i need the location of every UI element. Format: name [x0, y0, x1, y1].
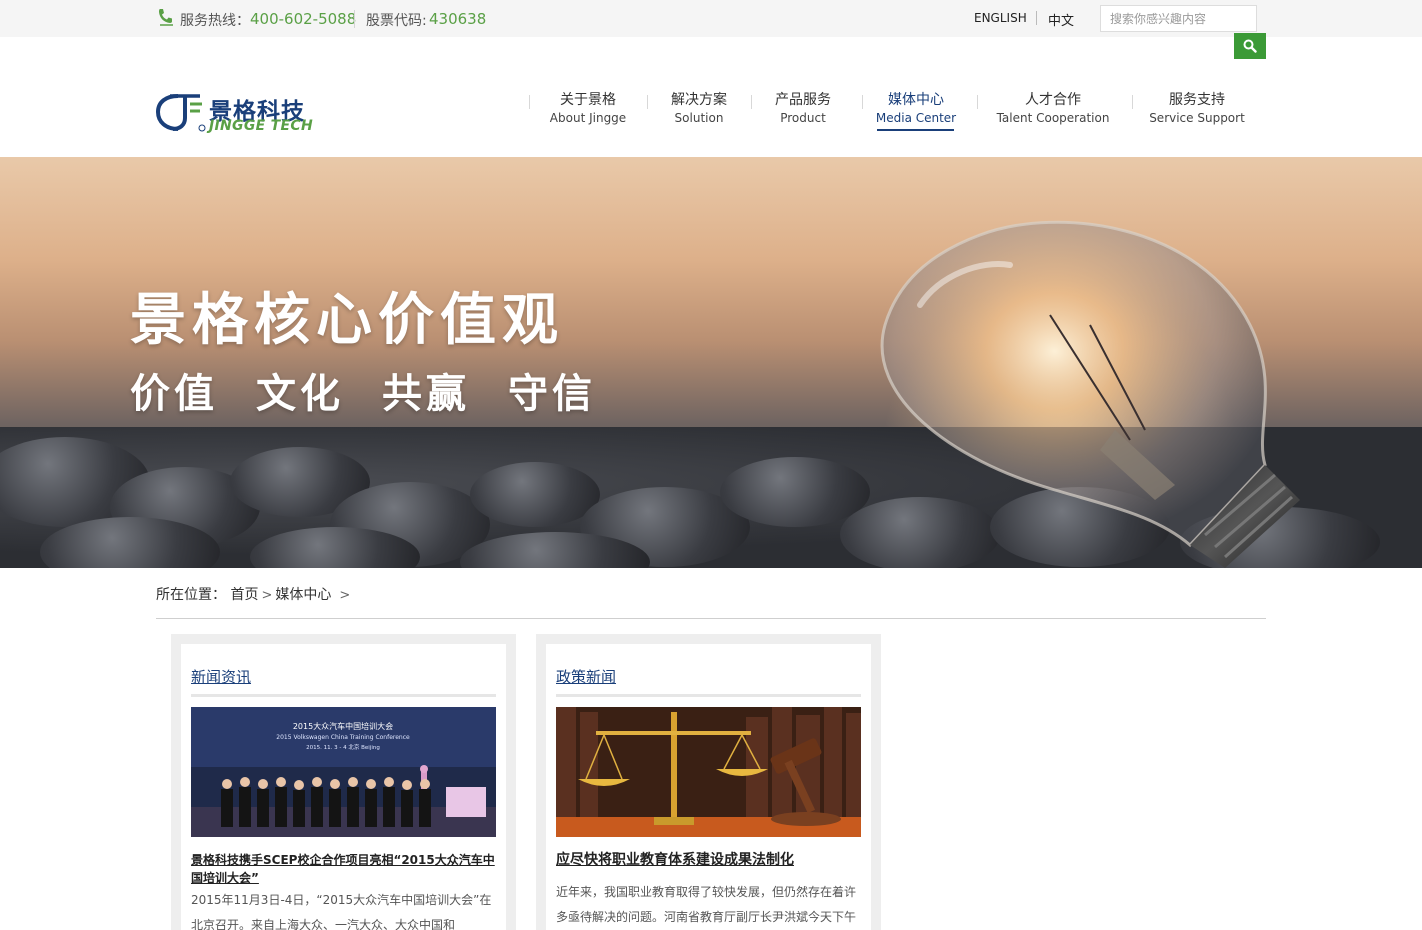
nav-item-solution[interactable]: 解决方案 Solution — [663, 91, 735, 127]
nav-item-label-en: Solution — [674, 111, 724, 125]
top-bar: 服务热线： 400-602-5088 股票代码: 430638 ENGLISH … — [0, 0, 1422, 37]
policy-card-headline[interactable]: 应尽快将职业教育体系建设成果法制化 — [556, 851, 861, 869]
hotline-label: 服务热线： — [180, 13, 250, 29]
nav-item-label-cn: 解决方案 — [671, 92, 727, 108]
news-card-excerpt: 2015年11月3日-4日，“2015大众汽车中国培训大会”在北京召开。来自上海… — [191, 893, 492, 930]
banner-value: 守信 — [508, 371, 596, 417]
banner-value: 共赢 — [382, 371, 470, 417]
nav-item-product[interactable]: 产品服务 Product — [767, 91, 839, 127]
news-card-headline[interactable]: 景格科技携手SCEP校企合作项目亮相“2015大众汽车中国培训大会” — [191, 851, 496, 887]
breadcrumb-arrow-icon: > — [339, 588, 351, 603]
banner-value: 价值 — [130, 371, 218, 417]
nav-separator — [977, 95, 978, 109]
stone-shape — [720, 457, 870, 527]
policy-card-excerpt: 近年来，我国职业教育取得了较快发展，但仍然存在着许多亟待解决的问题。河南省教育厅… — [556, 885, 857, 924]
language-english-link[interactable]: ENGLISH — [974, 11, 1027, 25]
policy-card: 政策新闻 应尽快将职业教育体系建设成果法制化 近年来，我国职业教育取得了较快发展… — [536, 634, 881, 930]
nav-separator — [647, 95, 648, 109]
photo-banner-text-line2: 2015 Volkswagen China Training Conferenc… — [276, 734, 410, 741]
nav-item-label-cn: 人才合作 — [1025, 92, 1081, 108]
main-nav: 关于景格 About Jingge 解决方案 Solution 产品服务 Pro… — [0, 91, 1422, 131]
news-card-image[interactable]: 2015大众汽车中国培训大会 2015 Volkswagen China Tra… — [191, 707, 496, 837]
banner-values: 价值 文化 共赢 守信 — [130, 361, 634, 419]
nav-item-service-support[interactable]: 服务支持 Service Support — [1148, 91, 1246, 127]
nav-item-label-en: Service Support — [1149, 111, 1245, 125]
language-separator — [1036, 11, 1037, 25]
topbar-divider — [354, 10, 355, 28]
hotline-number: 400-602-5088 — [250, 10, 357, 28]
search-button[interactable] — [1234, 33, 1266, 59]
stone-shape — [470, 462, 600, 527]
nav-item-label-en: About Jingge — [549, 111, 627, 125]
scales-of-justice-photo — [556, 707, 861, 837]
news-card: 新闻资讯 2015大众汽车中国培训大会 2015 Volkswagen Chin… — [171, 634, 516, 930]
breadcrumb-divider — [156, 618, 1266, 619]
policy-card-title[interactable]: 政策新闻 — [556, 666, 616, 687]
nav-item-label-en: Product — [780, 111, 826, 125]
policy-card-inner: 政策新闻 应尽快将职业教育体系建设成果法制化 近年来，我国职业教育取得了较快发展… — [546, 644, 871, 930]
stock-code-label: 股票代码: — [366, 13, 427, 29]
breadcrumb-home-link[interactable]: 首页 — [230, 587, 258, 603]
nav-item-about[interactable]: 关于景格 About Jingge — [549, 91, 627, 127]
nav-item-label-en: Talent Cooperation — [996, 111, 1110, 125]
news-card-title[interactable]: 新闻资讯 — [191, 666, 251, 687]
photo-banner-text-line1: 2015大众汽车中国培训大会 — [293, 721, 393, 731]
banner-value: 文化 — [256, 371, 344, 417]
nav-item-label-cn: 关于景格 — [560, 92, 616, 108]
lightbulb-illustration — [880, 220, 1300, 568]
nav-separator — [862, 95, 863, 109]
conference-photo: 2015大众汽车中国培训大会 2015 Volkswagen China Tra… — [191, 707, 496, 837]
phone-icon — [159, 9, 173, 26]
nav-item-label-cn: 产品服务 — [775, 92, 831, 108]
breadcrumb-label: 所在位置： — [156, 587, 226, 603]
language-chinese-link[interactable]: 中文 — [1048, 10, 1074, 29]
nav-separator — [529, 95, 530, 109]
nav-item-talent[interactable]: 人才合作 Talent Cooperation — [993, 91, 1113, 127]
breadcrumb-media-center-link[interactable]: 媒体中心 — [275, 587, 331, 603]
card-title-rule — [556, 694, 861, 697]
breadcrumb-arrow-icon: > — [261, 588, 273, 603]
magnifier-icon — [1243, 39, 1257, 53]
nav-item-label-cn: 媒体中心 — [888, 92, 944, 108]
nav-separator — [1132, 95, 1133, 109]
nav-item-label-cn: 服务支持 — [1169, 92, 1225, 108]
photo-banner-text-line3: 2015. 11. 3 - 4 北京 Beijing — [306, 743, 380, 751]
search-input[interactable] — [1100, 5, 1257, 32]
hero-banner: 景格核心价值观 价值 文化 共赢 守信 — [0, 157, 1422, 568]
nav-item-media-center[interactable]: 媒体中心 Media Center — [874, 91, 958, 127]
nav-active-underline — [877, 129, 954, 131]
card-title-rule — [191, 694, 496, 697]
policy-card-image[interactable] — [556, 707, 861, 837]
nav-separator — [751, 95, 752, 109]
news-card-inner: 新闻资讯 2015大众汽车中国培训大会 2015 Volkswagen Chin… — [181, 644, 506, 930]
breadcrumb: 所在位置： 首页 > 媒体中心 > — [156, 584, 353, 604]
nav-item-label-en: Media Center — [875, 111, 957, 125]
banner-title: 景格核心价值观 — [130, 288, 564, 353]
stock-code-value: 430638 — [429, 10, 487, 28]
